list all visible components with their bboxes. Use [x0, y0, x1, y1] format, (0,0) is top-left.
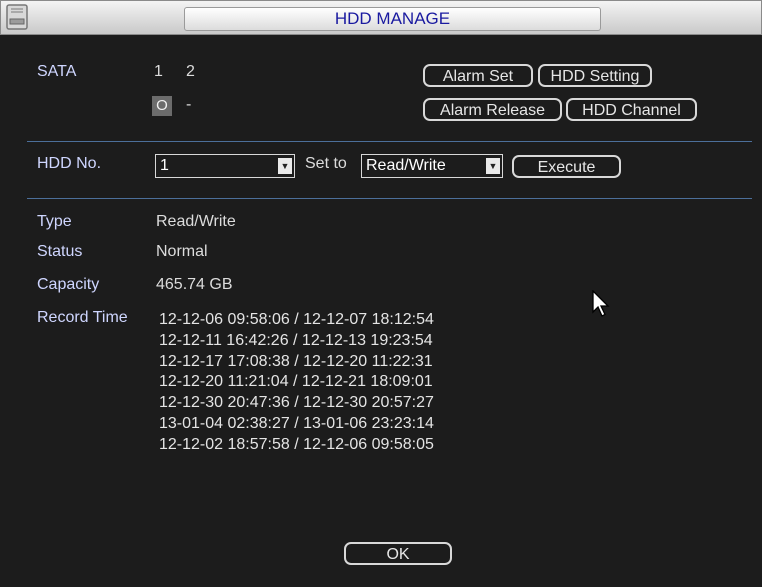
sata-state-1[interactable]: O [152, 96, 172, 116]
dropdown-arrow-icon[interactable]: ▼ [278, 158, 292, 174]
mouse-pointer-icon [592, 290, 610, 317]
record-time-entry: 13-01-04 02:38:27 / 13-01-06 23:23:14 [159, 414, 434, 432]
status-label: Status [37, 243, 83, 260]
record-time-entry: 12-12-20 11:21:04 / 12-12-21 18:09:01 [159, 373, 433, 391]
title-bar: HDD MANAGE [0, 0, 762, 35]
hdd-channel-button[interactable]: HDD Channel [566, 98, 697, 121]
execute-button[interactable]: Execute [512, 155, 621, 178]
record-time-entry: 12-12-11 16:42:26 / 12-12-13 19:23:54 [159, 331, 433, 349]
hard-disk-icon [6, 4, 28, 30]
capacity-value: 465.74 GB [156, 276, 233, 293]
hdd-no-value: 1 [160, 157, 169, 174]
window-title: HDD MANAGE [184, 7, 601, 31]
sata-state-2: - [186, 96, 192, 113]
separator-bottom [27, 198, 752, 199]
record-time-entry: 12-12-06 09:58:06 / 12-12-07 18:12:54 [159, 311, 434, 328]
dropdown-arrow-icon[interactable]: ▼ [486, 158, 500, 174]
separator-top [27, 141, 752, 142]
type-label: Type [37, 213, 72, 230]
alarm-release-button[interactable]: Alarm Release [423, 98, 562, 121]
alarm-set-button[interactable]: Alarm Set [423, 64, 533, 87]
set-to-value: Read/Write [366, 157, 446, 174]
hdd-no-select[interactable]: 1 ▼ [155, 154, 295, 178]
sata-port-2: 2 [186, 63, 195, 80]
hdd-no-label: HDD No. [37, 155, 102, 172]
record-time-entry: 12-12-02 18:57:58 / 12-12-06 09:58:05 [159, 435, 434, 453]
record-time-entry: 12-12-17 17:08:38 / 12-12-20 11:22:31 [159, 352, 433, 370]
record-time-list: 12-12-06 09:58:06 / 12-12-07 18:12:54 12… [159, 310, 434, 456]
record-time-entry: 12-12-30 20:47:36 / 12-12-30 20:57:27 [159, 394, 434, 412]
sata-label: SATA [37, 63, 77, 80]
status-value: Normal [156, 243, 208, 260]
set-to-select[interactable]: Read/Write ▼ [361, 154, 503, 178]
set-to-label: Set to [305, 155, 347, 172]
type-value: Read/Write [156, 213, 236, 230]
hdd-setting-button[interactable]: HDD Setting [538, 64, 652, 87]
record-time-label: Record Time [37, 309, 128, 326]
sata-port-1: 1 [154, 63, 163, 80]
capacity-label: Capacity [37, 276, 100, 293]
ok-button[interactable]: OK [344, 542, 452, 565]
